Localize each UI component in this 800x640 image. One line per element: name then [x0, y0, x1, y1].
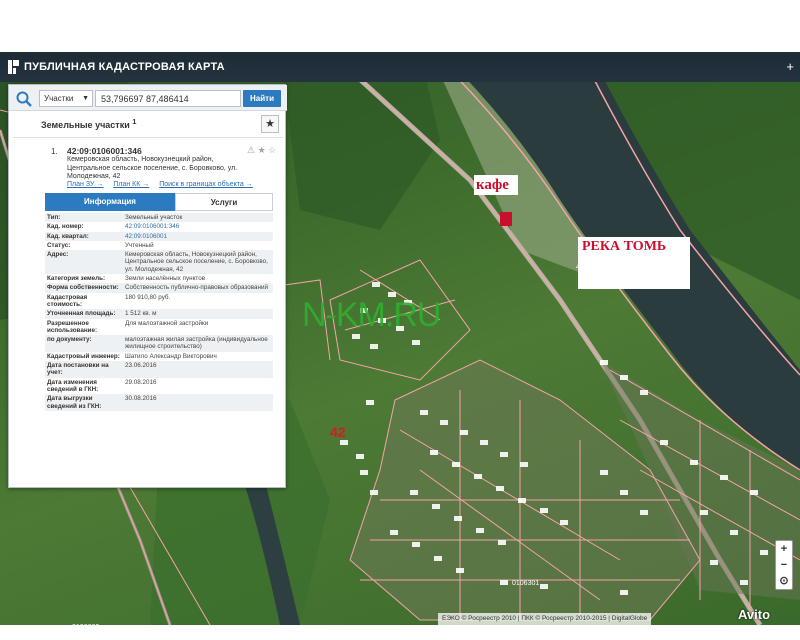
map-attribution: ЕЭКО © Росреестр 2010 | ПКК © Росреестр … — [438, 613, 652, 625]
info-row: Форма собственности: Собственность публи… — [45, 283, 273, 293]
search-type-label: Участки — [44, 94, 74, 103]
find-button[interactable]: Найти — [243, 90, 281, 107]
section-title-text: Земельные участки — [41, 120, 130, 130]
info-label: Тип: — [47, 214, 61, 221]
info-row: Статус: Учтенный — [45, 241, 273, 250]
search-in-bounds-link[interactable]: Поиск в границах объекта → — [159, 181, 253, 188]
result-number: 1. — [51, 147, 58, 156]
result-tools[interactable]: ⚠ ★ ☆ — [247, 145, 276, 156]
watermark-label: N-KM.RU — [302, 296, 441, 334]
info-row: Тип: Земельный участок — [45, 213, 273, 223]
info-label: Кад. номер: — [47, 223, 84, 231]
info-label: Уточненная площадь: — [47, 310, 116, 318]
lot-number-label: 42 — [330, 424, 346, 440]
plan-kk-link[interactable]: План КК → — [113, 181, 149, 188]
info-label: Разрешенное использование: — [47, 319, 98, 334]
search-icon[interactable] — [15, 90, 33, 108]
info-row: Дата изменения сведений в ГКН: 29.08.201… — [45, 378, 273, 395]
pan-icon[interactable]: ⊙ — [776, 573, 792, 589]
cadastral-quarter-link[interactable]: 42:09:0106001 — [123, 232, 273, 241]
info-label: Форма собственности: — [47, 284, 119, 292]
tab-services[interactable]: Услуги — [175, 193, 273, 211]
info-label: Кадастровая стоимость: — [47, 293, 88, 308]
tab-info[interactable]: Информация — [45, 193, 175, 211]
zoom-control: + − ⊙ — [775, 540, 793, 590]
info-value: Земли населённых пунктов — [125, 275, 206, 283]
info-row: Кад. номер: 42:09:0106001:346 — [45, 222, 273, 231]
result-links: План ЗУ → План КК → Поиск в границах объ… — [67, 181, 261, 188]
rosreestr-logo-icon — [8, 60, 19, 74]
search-type-select[interactable]: Участки ▼ — [39, 90, 93, 107]
info-row: Дата выгрузки сведений из ГКН: 30.08.201… — [45, 394, 273, 411]
info-value: 30.08.2016 — [125, 395, 157, 403]
info-row: Адрес: Кемеровская область, Новокузнецки… — [45, 250, 273, 275]
avito-watermark: Avito — [738, 607, 771, 622]
plan-zu-link[interactable]: План ЗУ → — [67, 181, 103, 188]
info-value: Шатило Александр Викторович — [125, 352, 217, 360]
info-label: Кадастровый инженер: — [47, 352, 120, 360]
info-value: Учтенный — [125, 241, 154, 249]
cafe-label: кафе — [474, 175, 518, 195]
section-title: Земельные участки 1 — [41, 117, 136, 130]
info-value: Собственность публично-правовых образова… — [125, 284, 269, 292]
parcel-label-0106301: 0106301 — [512, 580, 540, 587]
favorites-button[interactable]: ★ — [261, 115, 279, 133]
info-value: Для малоэтажной застройки — [125, 319, 209, 327]
info-value: Кемеровская область, Новокузнецкий район… — [125, 251, 268, 273]
info-label: Категория земель: — [47, 275, 106, 283]
divider — [13, 137, 283, 138]
info-row: Категория земель: Земли населённых пункт… — [45, 274, 273, 283]
info-table: Тип: Земельный участок Кад. номер: 42:09… — [45, 213, 273, 411]
top-blank-strip — [0, 0, 800, 52]
zoom-out-button[interactable]: − — [776, 557, 792, 573]
info-label: Дата выгрузки сведений из ГКН: — [47, 395, 102, 410]
result-cadastral-id[interactable]: 42:09:0106001:346 — [67, 146, 142, 156]
info-row: Уточненная площадь: 1 512 кв. м — [45, 309, 273, 319]
info-value: малоэтажная жилая застройка (индивидуаль… — [125, 336, 268, 351]
river-label: РЕКА ТОМЬ — [578, 237, 690, 289]
search-bar: Участки ▼ Найти — [9, 85, 287, 111]
app-title: ПУБЛИЧНАЯ КАДАСТРОВАЯ КАРТА — [24, 61, 225, 73]
info-value: Земельный участок — [125, 214, 183, 221]
cadastral-number-link[interactable]: 42:09:0106001:346 — [123, 222, 273, 231]
info-tabs: Информация Услуги — [45, 193, 273, 211]
info-row: по документу: малоэтажная жилая застройк… — [45, 335, 273, 352]
app-header: ПУБЛИЧНАЯ КАДАСТРОВАЯ КАРТА + — [0, 52, 800, 82]
section-count: 1 — [132, 117, 137, 126]
info-label: Кад. квартал: — [47, 232, 89, 240]
info-value: 29.08.2016 — [125, 378, 157, 386]
result-address: Кемеровская область, Новокузнецкий район… — [67, 156, 238, 180]
info-label: Дата изменения сведений в ГКН: — [47, 378, 99, 393]
search-panel: Участки ▼ Найти Земельные участки 1 ★ 1.… — [8, 84, 287, 488]
info-row: Кадастровая стоимость: 180 910,80 руб. — [45, 293, 273, 310]
info-value: 180 910,80 руб. — [125, 293, 171, 301]
info-row: Дата постановки на учет: 23.06.2016 — [45, 361, 273, 378]
info-label: по документу: — [47, 336, 92, 344]
close-icon[interactable]: + — [786, 59, 794, 74]
info-label: Адрес: — [47, 251, 69, 259]
info-label: Дата постановки на учет: — [47, 362, 109, 377]
info-row: Кадастровый инженер: Шатило Александр Ви… — [45, 352, 273, 361]
info-label: Статус: — [47, 241, 71, 249]
info-value: 23.06.2016 — [125, 362, 157, 370]
search-input[interactable] — [95, 90, 241, 107]
bottom-blank-strip — [0, 625, 800, 640]
info-row: Разрешенное использование: Для малоэтажн… — [45, 319, 273, 336]
zoom-in-button[interactable]: + — [776, 541, 792, 557]
info-row: Кад. квартал: 42:09:0106001 — [45, 231, 273, 241]
info-value: 1 512 кв. м — [125, 310, 157, 318]
chevron-down-icon: ▼ — [82, 95, 89, 102]
